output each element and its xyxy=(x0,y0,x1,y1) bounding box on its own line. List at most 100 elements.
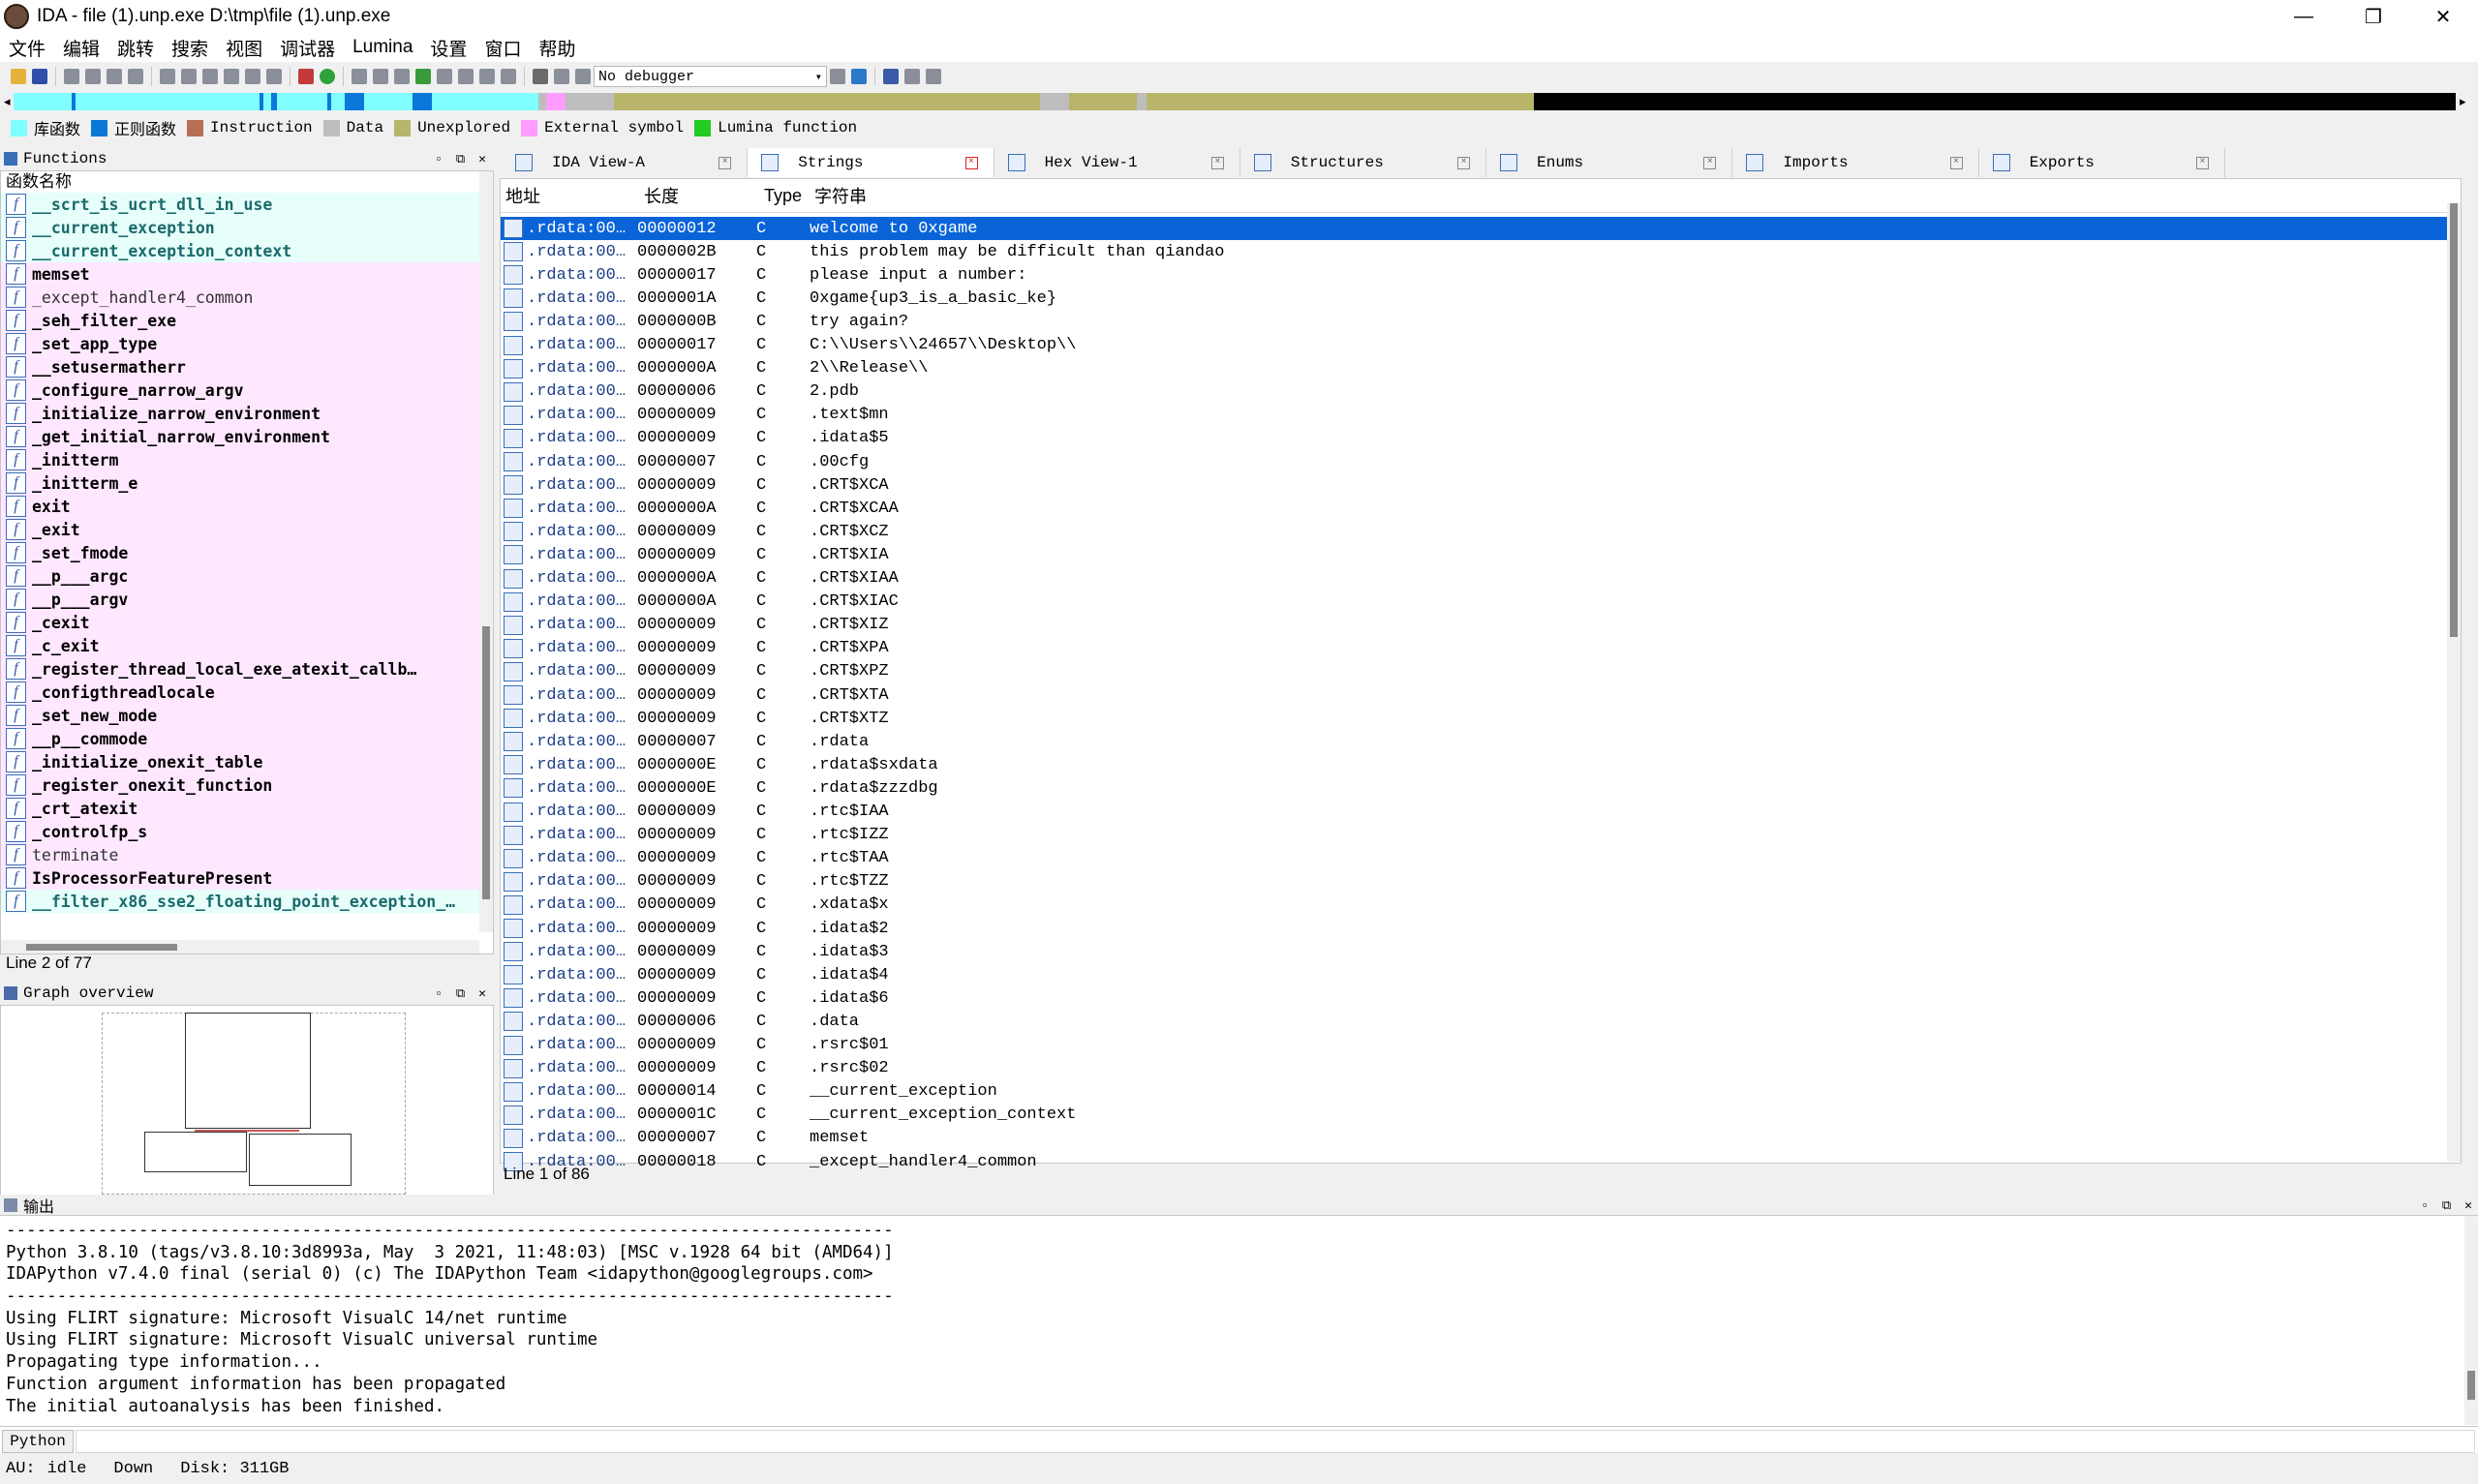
pane-close-icon[interactable]: ✕ xyxy=(2464,1198,2472,1213)
tab-close-icon[interactable]: × xyxy=(719,156,732,169)
open-icon[interactable] xyxy=(11,69,26,84)
function-row[interactable]: f _configure_narrow_argv xyxy=(1,379,493,402)
pane-close-icon[interactable]: ✕ xyxy=(478,986,486,1001)
string-row[interactable]: .rdata:00… 00000006 C .data xyxy=(501,1010,2453,1033)
debugger-select[interactable]: No debugger xyxy=(594,66,827,87)
function-row[interactable]: f _controlfp_s xyxy=(1,820,493,843)
function-row[interactable]: f _except_handler4_common xyxy=(1,286,493,309)
cross-icon[interactable] xyxy=(501,69,516,84)
string-row[interactable]: .rdata:00… 0000000A C .CRT$XIAA xyxy=(501,567,2453,591)
string-row[interactable]: .rdata:00… 00000009 C .CRT$XPZ xyxy=(501,660,2453,683)
scroll-thumb[interactable] xyxy=(2467,1371,2475,1400)
menu-file[interactable]: 文件 xyxy=(0,35,54,61)
string-row[interactable]: .rdata:00… 00000009 C .CRT$XIZ xyxy=(501,614,2453,637)
function-row[interactable]: f __p___argv xyxy=(1,588,493,611)
paste-icon[interactable] xyxy=(181,69,197,84)
string-row[interactable]: .rdata:00… 00000009 C .CRT$XCZ xyxy=(501,520,2453,543)
menu-debugger[interactable]: 调试器 xyxy=(271,35,344,61)
functions-list[interactable]: 函数名称 f __scrt_is_ucrt_dll_in_use f __curren… xyxy=(0,170,494,954)
data-icon[interactable] xyxy=(373,69,388,84)
scroll-thumb[interactable] xyxy=(26,944,177,951)
python-language-button[interactable]: Python xyxy=(2,1430,74,1453)
string-row[interactable]: .rdata:00… 00000009 C .rsrc$02 xyxy=(501,1057,2453,1080)
scroll-thumb[interactable] xyxy=(2450,203,2458,637)
tab-structures[interactable]: Structures × xyxy=(1240,148,1487,177)
tab-imports[interactable]: Imports × xyxy=(1732,148,1979,177)
function-row[interactable]: f _configthreadlocale xyxy=(1,681,493,704)
string-row[interactable]: .rdata:00… 00000009 C .CRT$XTZ xyxy=(501,707,2453,730)
save-icon[interactable] xyxy=(32,69,47,84)
function-row[interactable]: f __current_exception_context xyxy=(1,239,493,262)
string-row[interactable]: .rdata:00… 00000009 C .idata$3 xyxy=(501,940,2453,963)
code-icon[interactable] xyxy=(352,69,367,84)
tab-enums[interactable]: Enums × xyxy=(1486,148,1733,177)
string-row[interactable]: .rdata:00… 00000006 C 2.pdb xyxy=(501,380,2453,404)
column-address[interactable]: 地址 xyxy=(501,183,644,208)
menu-search[interactable]: 搜索 xyxy=(163,35,217,61)
pane-float-icon[interactable]: ⧉ xyxy=(2442,1198,2451,1213)
string-icon[interactable] xyxy=(394,69,410,84)
tab-close-icon[interactable]: × xyxy=(1210,156,1224,169)
string-row[interactable]: .rdata:00… 00000007 C .00cfg xyxy=(501,450,2453,473)
function-row[interactable]: f __setusermatherr xyxy=(1,355,493,379)
attach-icon[interactable] xyxy=(830,69,845,84)
function-row[interactable]: f _initterm_e xyxy=(1,471,493,495)
pane-restore-icon[interactable]: ▫ xyxy=(435,152,443,167)
function-row[interactable]: f _seh_filter_exe xyxy=(1,309,493,332)
binary-icon[interactable] xyxy=(202,69,218,84)
string-row[interactable]: .rdata:00… 00000009 C .idata$2 xyxy=(501,917,2453,940)
function-row[interactable]: f memset xyxy=(1,262,493,286)
string-row[interactable]: .rdata:00… 00000009 C .rsrc$01 xyxy=(501,1034,2453,1057)
string-row[interactable]: .rdata:00… 00000018 C _except_handler4_comm… xyxy=(501,1150,2453,1173)
function-row[interactable]: f _exit xyxy=(1,518,493,541)
undefine-icon[interactable] xyxy=(479,69,495,84)
column-type[interactable]: Type xyxy=(764,186,814,206)
pane-float-icon[interactable]: ⧉ xyxy=(456,152,465,167)
function-row[interactable]: f _set_new_mode xyxy=(1,704,493,727)
tab-ida-view-a[interactable]: IDA View-A × xyxy=(502,148,749,177)
pane-restore-icon[interactable]: ▫ xyxy=(2421,1198,2429,1213)
function-row[interactable]: f _initialize_narrow_environment xyxy=(1,402,493,425)
play-icon[interactable] xyxy=(533,69,548,84)
graph-icon[interactable] xyxy=(298,69,314,84)
graph-overview[interactable] xyxy=(0,1005,494,1196)
string-row[interactable]: .rdata:00… 00000009 C .CRT$XPA xyxy=(501,637,2453,660)
menu-options[interactable]: 设置 xyxy=(421,35,475,61)
string-row[interactable]: .rdata:00… 00000012 Cwelcome to 0xgame xyxy=(501,217,2453,240)
strings-view[interactable]: 地址 长度 Type 字符串 .rdata:00… 00000012 Cwelcom… xyxy=(500,178,2462,1171)
close-button[interactable]: ✕ xyxy=(2408,0,2478,33)
menu-help[interactable]: 帮助 xyxy=(530,35,584,61)
scroll-thumb[interactable] xyxy=(482,626,490,899)
string-row[interactable]: .rdata:00… 0000000A C .CRT$XIAC xyxy=(501,591,2453,614)
string-row[interactable]: .rdata:00… 00000009 C .CRT$XCA xyxy=(501,473,2453,497)
output-vertical-scrollbar[interactable] xyxy=(2464,1216,2478,1425)
python-command-input[interactable] xyxy=(76,1430,2475,1453)
function-row[interactable]: f _cexit xyxy=(1,611,493,634)
back-icon[interactable] xyxy=(64,69,79,84)
function-row[interactable]: f __current_exception xyxy=(1,216,493,239)
string-row[interactable]: .rdata:00… 00000009 C .xdata$x xyxy=(501,893,2453,917)
string-row[interactable]: .rdata:00… 00000007 Cmemset xyxy=(501,1127,2453,1150)
menu-jump[interactable]: 跳转 xyxy=(108,35,163,61)
struct-icon[interactable] xyxy=(458,69,474,84)
function-row[interactable]: f _c_exit xyxy=(1,634,493,657)
jump-icon[interactable] xyxy=(266,69,282,84)
output-window[interactable]: ----------------------------------------… xyxy=(0,1215,2478,1427)
tab-close-icon[interactable]: × xyxy=(1457,156,1471,169)
string-row[interactable]: .rdata:00… 00000009 C .rtc$IZZ xyxy=(501,824,2453,847)
string-row[interactable]: .rdata:00… 00000009 C .CRT$XTA xyxy=(501,683,2453,707)
back-dropdown-icon[interactable] xyxy=(85,69,101,84)
string-row[interactable]: .rdata:00… 0000002B Cthis problem may be d… xyxy=(501,240,2453,263)
function-row[interactable]: f __p___argc xyxy=(1,564,493,588)
string-row[interactable]: .rdata:00… 0000000A C 2\\Release\\ xyxy=(501,357,2453,380)
tab-exports[interactable]: Exports × xyxy=(1979,148,2225,177)
string-row[interactable]: .rdata:00… 00000017 C C:\\Users\\24657\\Des… xyxy=(501,334,2453,357)
pane-close-icon[interactable]: ✕ xyxy=(478,152,486,167)
function-row[interactable]: f exit xyxy=(1,495,493,518)
string-row[interactable]: .rdata:00… 00000007 C .rdata xyxy=(501,730,2453,753)
string-row[interactable]: .rdata:00… 00000009 C .CRT$XIA xyxy=(501,543,2453,566)
dropdown-icon[interactable] xyxy=(437,69,452,84)
refresh-icon[interactable] xyxy=(851,69,867,84)
tab-hex-view-1[interactable]: Hex View-1 × xyxy=(994,148,1240,177)
string-row[interactable]: .rdata:00… 0000000E C .rdata$zzzdbg xyxy=(501,776,2453,800)
